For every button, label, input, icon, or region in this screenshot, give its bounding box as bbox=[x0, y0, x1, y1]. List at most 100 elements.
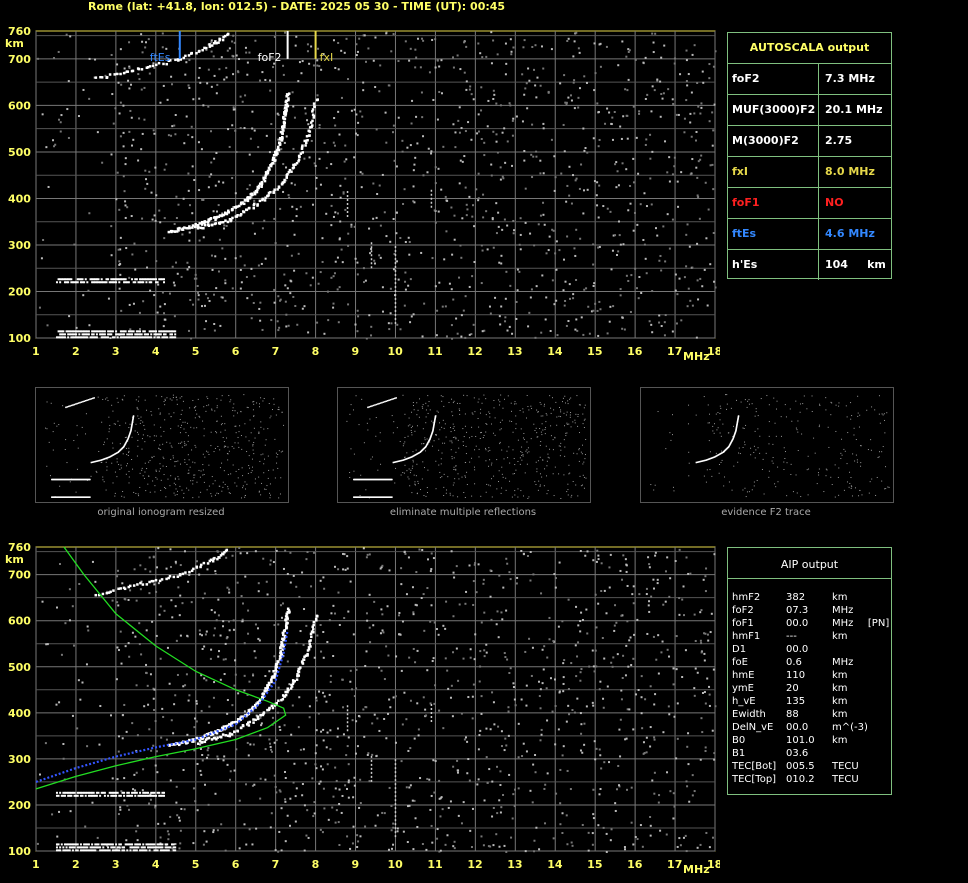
autoscala-value: 4.6 MHz bbox=[825, 227, 875, 240]
aip-cell bbox=[868, 669, 889, 682]
aip-row: D1 00.0 bbox=[732, 643, 889, 656]
autoscala-row: M(3000)F2 2.75 bbox=[728, 126, 891, 157]
x-tick-label: 10 bbox=[387, 345, 403, 358]
y-unit-label: km bbox=[5, 37, 24, 50]
aip-cell: 03.6 bbox=[786, 748, 809, 759]
autoscala-label: fxI bbox=[728, 157, 819, 187]
x-tick-label: 15 bbox=[587, 345, 602, 358]
y-tick-label: 600 bbox=[8, 99, 31, 112]
x-tick-label: 7 bbox=[272, 858, 280, 871]
x-tick-label: 14 bbox=[547, 345, 563, 358]
noise-dots bbox=[37, 31, 717, 340]
autoscala-value: NO bbox=[825, 196, 844, 209]
aip-cell: TECU bbox=[832, 774, 859, 785]
autoscala-value: 8.0 MHz bbox=[825, 165, 875, 178]
aip-cell: [PN] bbox=[867, 618, 890, 629]
aip-cell bbox=[868, 630, 889, 643]
x-tick-label: 16 bbox=[627, 345, 643, 358]
x-tick-label: 13 bbox=[507, 858, 522, 871]
autoscala-value: 20.1 MHz bbox=[825, 103, 883, 116]
aip-cell: 0.6 bbox=[786, 657, 802, 668]
aip-cell bbox=[868, 760, 889, 773]
aip-cell bbox=[868, 747, 889, 760]
aip-row: TEC[Bot] 005.5 TECU bbox=[732, 760, 889, 773]
x-tick-label: 8 bbox=[312, 858, 320, 871]
autoscala-value: 104 km bbox=[825, 258, 886, 271]
x-tick-label: 5 bbox=[192, 345, 200, 358]
aip-cell: hmE bbox=[732, 670, 755, 681]
x-tick-label: 17 bbox=[667, 858, 682, 871]
aip-cell bbox=[868, 604, 889, 617]
y-tick-label: 300 bbox=[8, 239, 31, 252]
x-tick-label: 11 bbox=[427, 345, 442, 358]
y-tick-label: 100 bbox=[8, 845, 31, 858]
autoscala-row: foF1 NO bbox=[728, 188, 891, 219]
x-tick-label: 5 bbox=[192, 858, 200, 871]
autoscala-title: AUTOSCALA output bbox=[728, 33, 891, 64]
aip-row: hmF1 --- km bbox=[732, 630, 889, 643]
y-unit-label: km bbox=[5, 553, 24, 566]
x-tick-label: 7 bbox=[272, 345, 280, 358]
thumbnail-original bbox=[35, 387, 289, 503]
aip-cell: B0 bbox=[732, 735, 746, 746]
x-unit-label: MHz bbox=[683, 863, 710, 876]
aip-cell bbox=[868, 734, 889, 747]
aip-cell bbox=[868, 773, 889, 786]
aip-cell: ymE bbox=[732, 683, 754, 694]
autoscala-output-panel: AUTOSCALA output foF2 7.3 MHz MUF(3000)F2 2… bbox=[727, 32, 892, 280]
autoscala-label: h'Es bbox=[728, 250, 819, 280]
aip-cell: MHz bbox=[832, 605, 854, 616]
aip-row: ymE 20 km bbox=[732, 682, 889, 695]
aip-cell: hmF1 bbox=[732, 631, 761, 642]
aip-row: foF2 07.3 MHz bbox=[732, 604, 889, 617]
aip-cell bbox=[868, 695, 889, 708]
x-tick-label: 6 bbox=[232, 345, 240, 358]
aip-cell: --- bbox=[786, 631, 797, 642]
autoscala-row: h'Es 104 km bbox=[728, 250, 891, 280]
aip-cell: 00.0 bbox=[786, 722, 809, 733]
f2-extraordinary-trace bbox=[196, 98, 319, 230]
autoscala-row: ftEs 4.6 MHz bbox=[728, 219, 891, 250]
aip-cell: DelN_vE bbox=[732, 722, 774, 733]
aip-table: hmF2 382 km foF2 07.3 MHz foF1 00.0 MHz [PN] hmF1 -… bbox=[732, 591, 889, 786]
x-tick-label: 12 bbox=[467, 345, 482, 358]
x-tick-label: 1 bbox=[32, 345, 40, 358]
aip-title: AIP output bbox=[728, 548, 891, 579]
y-tick-label: 400 bbox=[8, 707, 31, 720]
aip-cell: km bbox=[832, 592, 848, 603]
aip-cell: 20 bbox=[786, 683, 799, 694]
aip-cell: h_vE bbox=[732, 696, 756, 707]
marker-label-ftEs: ftEs bbox=[150, 51, 171, 64]
autoscala-label: foF2 bbox=[728, 64, 819, 94]
y-tick-label: 700 bbox=[8, 569, 31, 582]
thumbnail-evidence-f2 bbox=[640, 387, 894, 503]
x-tick-label: 13 bbox=[507, 345, 522, 358]
aip-cell: TECU bbox=[832, 761, 859, 772]
autoscala-value: 7.3 MHz bbox=[825, 72, 875, 85]
x-tick-label: 2 bbox=[72, 345, 80, 358]
profile-green-line bbox=[35, 546, 287, 790]
aip-cell: TEC[Bot] bbox=[732, 761, 777, 772]
aip-row: foE 0.6 MHz bbox=[732, 656, 889, 669]
aip-cell: hmF2 bbox=[732, 592, 761, 603]
aip-cell: foF2 bbox=[732, 605, 754, 616]
aip-output-panel: AIP output hmF2 382 km foF2 07.3 MHz foF1 00.0 M… bbox=[727, 547, 892, 795]
caption-evidence: evidence F2 trace bbox=[721, 507, 811, 518]
aip-row: foF1 00.0 MHz [PN] bbox=[732, 617, 889, 630]
aip-cell: km bbox=[832, 709, 848, 720]
aip-row: h_vE 135 km bbox=[732, 695, 889, 708]
x-tick-label: 3 bbox=[112, 345, 120, 358]
x-tick-label: 10 bbox=[387, 858, 403, 871]
aip-cell bbox=[868, 591, 889, 604]
x-tick-label: 8 bbox=[312, 345, 320, 358]
aip-row: B1 03.6 bbox=[732, 747, 889, 760]
autoscala-row: foF2 7.3 MHz bbox=[728, 64, 891, 95]
aip-cell: 010.2 bbox=[786, 774, 815, 785]
x-tick-label: 2 bbox=[72, 858, 80, 871]
x-tick-label: 1 bbox=[32, 858, 40, 871]
aip-cell: 005.5 bbox=[786, 761, 815, 772]
top-ionogram-chart: 1 2 3 4 5 6 7 8 9 10 11 12 13 14 15 16 17 181002003004005… bbox=[5, 25, 720, 363]
aip-cell: km bbox=[832, 696, 848, 707]
aip-row: Ewidth 88 km bbox=[732, 708, 889, 721]
x-tick-label: 12 bbox=[467, 858, 482, 871]
